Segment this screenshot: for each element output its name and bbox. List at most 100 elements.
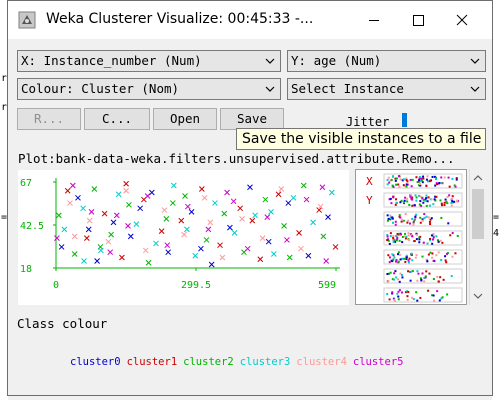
data-point-cluster0[interactable] bbox=[110, 219, 117, 226]
data-point-cluster5[interactable] bbox=[88, 208, 95, 215]
data-point-cluster4[interactable] bbox=[181, 231, 187, 238]
data-point-cluster4[interactable] bbox=[142, 247, 149, 254]
data-point-cluster3[interactable] bbox=[192, 252, 199, 259]
attribute-scrollbar[interactable] bbox=[469, 169, 486, 305]
data-point-cluster0[interactable] bbox=[85, 226, 92, 233]
attribute-bar[interactable] bbox=[383, 211, 463, 227]
data-point-cluster4[interactable] bbox=[201, 194, 208, 201]
data-point-cluster3[interactable] bbox=[170, 182, 177, 189]
data-point-cluster4[interactable] bbox=[298, 245, 304, 252]
x-axis-select[interactable]: X: Instance_number (Num) bbox=[17, 50, 281, 72]
data-point-cluster2[interactable] bbox=[91, 186, 98, 192]
minimize-button[interactable] bbox=[352, 5, 396, 35]
data-point-cluster5[interactable] bbox=[54, 235, 60, 242]
data-point-cluster5[interactable] bbox=[69, 182, 76, 189]
y-axis-select[interactable]: Y: age (Num) bbox=[287, 50, 486, 72]
scatter-plot-area[interactable]: 67 42.5 18 0 299.5 599 bbox=[18, 170, 349, 305]
data-point-cluster2[interactable] bbox=[163, 216, 170, 222]
select-instance-dropdown[interactable]: Select Instance bbox=[287, 78, 486, 100]
open-button[interactable]: Open bbox=[153, 108, 217, 130]
data-point-cluster0[interactable] bbox=[198, 245, 204, 252]
data-point-cluster0[interactable] bbox=[137, 205, 143, 212]
data-point-cluster5[interactable] bbox=[125, 223, 131, 229]
data-point-cluster0[interactable] bbox=[94, 258, 100, 264]
legend-item-cluster4[interactable]: cluster4 bbox=[296, 356, 347, 368]
data-point-cluster4[interactable] bbox=[86, 217, 93, 224]
data-point-cluster3[interactable] bbox=[80, 205, 86, 212]
attribute-bar[interactable] bbox=[383, 173, 463, 189]
data-point-cluster4[interactable] bbox=[123, 187, 129, 194]
data-point-cluster0[interactable] bbox=[285, 200, 292, 206]
data-point-cluster1[interactable] bbox=[249, 217, 256, 224]
data-point-cluster5[interactable] bbox=[284, 237, 290, 243]
data-point-cluster1[interactable] bbox=[158, 228, 165, 234]
data-point-cluster0[interactable] bbox=[75, 194, 81, 201]
data-point-cluster3[interactable] bbox=[133, 221, 140, 227]
data-point-cluster3[interactable] bbox=[231, 230, 238, 236]
legend-item-cluster5[interactable]: cluster5 bbox=[353, 356, 404, 368]
data-point-cluster0[interactable] bbox=[188, 208, 195, 215]
data-point-cluster0[interactable] bbox=[208, 261, 215, 268]
data-point-cluster4[interactable] bbox=[239, 216, 245, 222]
reset-button[interactable]: R... bbox=[17, 108, 81, 130]
data-point-cluster0[interactable] bbox=[58, 244, 65, 250]
colour-select[interactable]: Colour: Cluster (Nom) bbox=[17, 78, 281, 100]
attribute-bar[interactable] bbox=[383, 287, 463, 303]
data-point-cluster5[interactable] bbox=[144, 193, 151, 199]
maximize-button[interactable] bbox=[396, 5, 440, 35]
data-point-cluster1[interactable] bbox=[119, 254, 125, 261]
data-point-cluster0[interactable] bbox=[247, 184, 253, 191]
data-point-cluster5[interactable] bbox=[164, 242, 171, 249]
data-point-cluster3[interactable] bbox=[270, 251, 277, 257]
data-point-cluster2[interactable] bbox=[262, 196, 269, 203]
data-point-cluster3[interactable] bbox=[184, 226, 190, 233]
legend-item-cluster0[interactable]: cluster0 bbox=[70, 356, 121, 368]
data-point-cluster2[interactable] bbox=[182, 193, 188, 199]
legend-item-cluster1[interactable]: cluster1 bbox=[127, 356, 178, 368]
title-bar[interactable]: Weka Clusterer Visualize: 00:45:33 -... bbox=[8, 1, 492, 39]
data-point-cluster4[interactable] bbox=[219, 254, 226, 261]
data-point-cluster4[interactable] bbox=[278, 186, 285, 192]
data-point-cluster2[interactable] bbox=[221, 210, 228, 217]
data-point-cluster1[interactable] bbox=[237, 205, 244, 212]
attribute-bar[interactable] bbox=[383, 230, 463, 246]
data-point-cluster3[interactable] bbox=[290, 194, 297, 201]
jitter-slider[interactable] bbox=[402, 113, 407, 127]
data-point-cluster2[interactable] bbox=[286, 254, 293, 261]
attribute-bar[interactable] bbox=[383, 192, 463, 208]
data-point-cluster2[interactable] bbox=[108, 231, 115, 238]
data-point-cluster4[interactable] bbox=[259, 235, 266, 242]
data-point-cluster1[interactable] bbox=[101, 210, 108, 217]
data-point-cluster5[interactable] bbox=[184, 203, 191, 210]
data-point-cluster5[interactable] bbox=[224, 189, 230, 196]
data-point-cluster1[interactable] bbox=[275, 191, 282, 198]
data-point-cluster2[interactable] bbox=[300, 182, 307, 189]
data-point-cluster4[interactable] bbox=[71, 233, 78, 240]
data-point-cluster3[interactable] bbox=[268, 208, 274, 215]
data-point-cluster2[interactable] bbox=[281, 223, 287, 229]
data-point-cluster3[interactable] bbox=[310, 219, 316, 226]
data-point-cluster1[interactable] bbox=[332, 244, 339, 250]
data-point-cluster5[interactable] bbox=[230, 198, 237, 205]
close-button[interactable] bbox=[440, 5, 484, 35]
data-point-cluster5[interactable] bbox=[205, 226, 212, 233]
data-point-cluster3[interactable] bbox=[61, 226, 68, 233]
data-point-cluster0[interactable] bbox=[127, 233, 134, 240]
data-point-cluster0[interactable] bbox=[165, 249, 172, 256]
legend-item-cluster2[interactable]: cluster2 bbox=[183, 356, 234, 368]
data-point-cluster2[interactable] bbox=[170, 200, 176, 206]
data-point-cluster3[interactable] bbox=[81, 258, 87, 264]
data-point-cluster1[interactable] bbox=[257, 256, 264, 263]
attribute-panel[interactable]: X Y bbox=[355, 169, 467, 305]
data-point-cluster5[interactable] bbox=[319, 184, 326, 191]
data-point-cluster3[interactable] bbox=[212, 200, 218, 206]
data-point-cluster0[interactable] bbox=[227, 224, 233, 231]
data-point-cluster3[interactable] bbox=[153, 240, 159, 247]
data-point-cluster3[interactable] bbox=[328, 189, 335, 196]
attribute-bar[interactable] bbox=[383, 249, 463, 265]
data-point-cluster2[interactable] bbox=[126, 201, 132, 208]
data-point-cluster1[interactable] bbox=[178, 217, 185, 224]
data-point-cluster0[interactable] bbox=[325, 214, 331, 220]
data-point-cluster2[interactable] bbox=[145, 259, 152, 266]
data-point-cluster1[interactable] bbox=[83, 235, 90, 242]
